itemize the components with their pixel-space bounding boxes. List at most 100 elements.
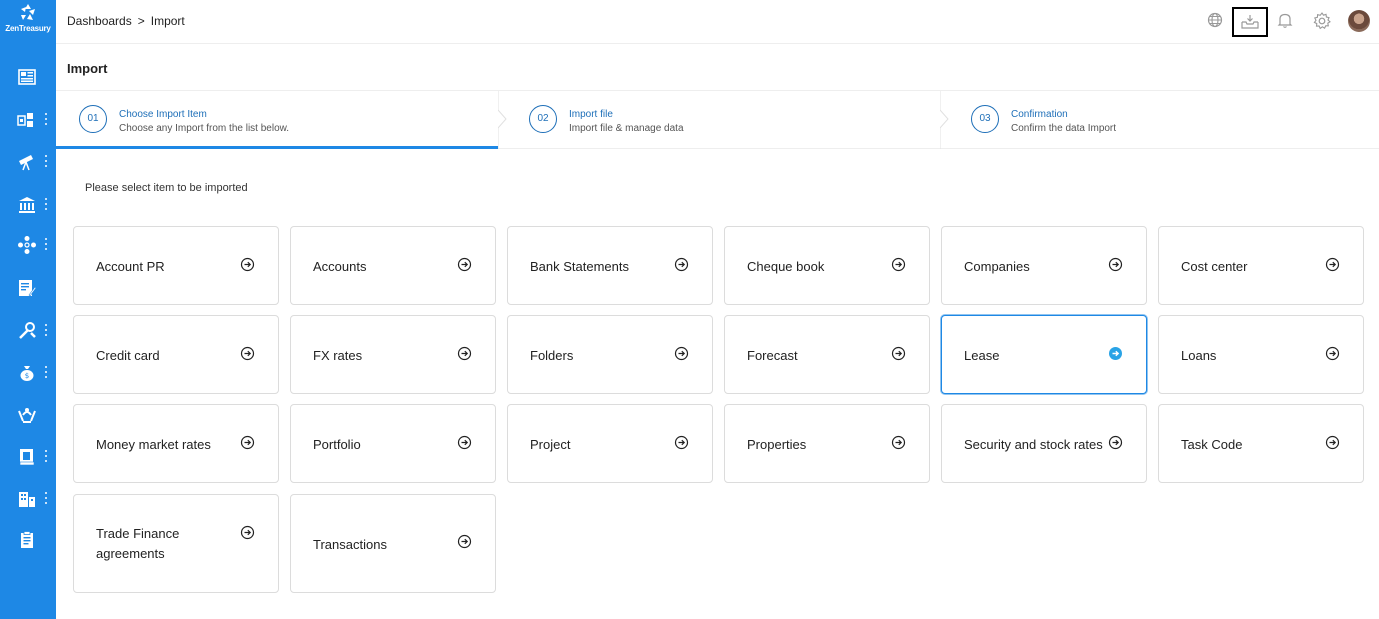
import-card-cost-center[interactable]: Cost center [1158,226,1364,305]
arrow-circle-right-icon[interactable] [240,346,255,361]
dashboard-icon [18,69,36,85]
avatar[interactable] [1348,10,1370,32]
import-card-loans[interactable]: Loans [1158,315,1364,394]
import-card-label: Account PR [96,259,165,274]
more-menu-icon[interactable] [44,155,48,169]
arrow-circle-right-icon[interactable] [457,534,472,549]
sidebar-item-companies[interactable] [0,484,56,514]
arrow-circle-right-icon[interactable] [891,435,906,450]
telescope-icon [19,155,33,171]
import-card-accounts[interactable]: Accounts [290,226,496,305]
network-icon [18,236,36,254]
arrow-circle-right-icon[interactable] [1325,346,1340,361]
import-card-cheque-book[interactable]: Cheque book [724,226,930,305]
sidebar-item-explore[interactable] [0,147,56,177]
import-card-label: Portfolio [313,437,361,452]
more-menu-icon[interactable] [44,366,48,380]
arrow-circle-right-icon[interactable] [674,435,689,450]
report-icon [19,449,35,466]
tools-icon [19,322,36,339]
import-card-trade-finance-agreements[interactable]: Trade Finance agreements [73,494,279,593]
import-card-label: Project [530,437,571,452]
svg-text:$: $ [25,372,29,380]
more-menu-icon[interactable] [44,238,48,252]
arrow-circle-right-icon[interactable] [891,257,906,272]
sidebar-item-tools[interactable] [0,316,56,346]
import-card-label: Forecast [747,348,798,363]
import-stepper: 01 Choose Import Item Choose any Import … [56,91,1379,149]
arrow-circle-right-icon[interactable] [674,346,689,361]
import-card-task-code[interactable]: Task Code [1158,404,1364,483]
import-card-label: Transactions [313,537,387,552]
arrow-circle-right-icon[interactable] [457,257,472,272]
import-card-companies[interactable]: Companies [941,226,1147,305]
arrow-circle-right-icon[interactable] [674,257,689,272]
sidebar-item-network[interactable] [0,230,56,260]
arrow-circle-right-icon[interactable] [1108,346,1123,361]
arrow-circle-right-icon[interactable] [1325,435,1340,450]
arrow-circle-right-icon[interactable] [457,435,472,450]
step-import-file[interactable]: 02 Import file Import file & manage data [506,91,940,149]
more-menu-icon[interactable] [44,450,48,464]
import-card-credit-card[interactable]: Credit card [73,315,279,394]
step-confirmation[interactable]: 03 Confirmation Confirm the data Import [948,91,1379,149]
sidebar-item-bank[interactable] [0,190,56,220]
app-logo[interactable]: ZenTreasury [0,3,56,39]
import-card-project[interactable]: Project [507,404,713,483]
import-card-label: Cheque book [747,259,825,274]
more-menu-icon[interactable] [44,492,48,506]
step-choose-item[interactable]: 01 Choose Import Item Choose any Import … [56,91,498,149]
arrow-circle-right-icon[interactable] [457,346,472,361]
import-card-fx-rates[interactable]: FX rates [290,315,496,394]
step-number: 01 [79,105,107,133]
page-title: Import [67,61,108,76]
step-title: Import file [569,109,613,120]
import-card-forecast[interactable]: Forecast [724,315,930,394]
arrow-circle-right-icon[interactable] [240,435,255,450]
sidebar-item-documents[interactable] [0,273,56,303]
import-card-properties[interactable]: Properties [724,404,930,483]
import-card-label: Lease [964,348,1000,363]
sidebar-item-funds[interactable]: $ [0,358,56,388]
modules-icon [17,113,33,127]
import-card-account-pr[interactable]: Account PR [73,226,279,305]
import-card-label: Properties [747,437,807,452]
globe-icon[interactable] [1206,11,1228,33]
import-card-label: Companies [964,259,1030,274]
import-card-portfolio[interactable]: Portfolio [290,404,496,483]
sidebar-item-partners[interactable] [0,400,56,430]
moneybag-icon: $ [20,366,34,381]
arrow-circle-right-icon[interactable] [240,525,255,540]
arrow-circle-right-icon[interactable] [1325,257,1340,272]
hands-icon [18,408,36,423]
more-menu-icon[interactable] [44,113,48,127]
import-card-security-and-stock-rates[interactable]: Security and stock rates [941,404,1147,483]
import-card-bank-statements[interactable]: Bank Statements [507,226,713,305]
step-subtitle: Import file & manage data [569,123,684,134]
gear-icon[interactable] [1312,11,1334,33]
import-card-label: Bank Statements [530,259,629,274]
sidebar-item-reports[interactable] [0,442,56,472]
import-card-folders[interactable]: Folders [507,315,713,394]
import-card-label: Accounts [313,259,367,274]
sidebar-item-dashboard[interactable] [0,62,56,92]
sidebar-item-clipboard[interactable] [0,525,56,555]
arrow-circle-right-icon[interactable] [1108,435,1123,450]
import-card-money-market-rates[interactable]: Money market rates [73,404,279,483]
import-card-transactions[interactable]: Transactions [290,494,496,593]
document-edit-icon [19,280,37,297]
more-menu-icon[interactable] [44,324,48,338]
step-number: 02 [529,105,557,133]
arrow-circle-right-icon[interactable] [240,257,255,272]
step-subtitle: Choose any Import from the list below. [119,123,290,134]
bell-icon[interactable] [1276,11,1298,33]
more-menu-icon[interactable] [44,198,48,212]
arrow-circle-right-icon[interactable] [1108,257,1123,272]
inbox-download-icon[interactable] [1232,7,1268,37]
sidebar-item-modules[interactable] [0,105,56,135]
logo-text: ZenTreasury [5,24,51,33]
arrow-circle-right-icon[interactable] [891,346,906,361]
import-card-label: FX rates [313,348,363,363]
import-card-lease[interactable]: Lease [941,315,1147,394]
clipboard-icon [21,531,33,548]
